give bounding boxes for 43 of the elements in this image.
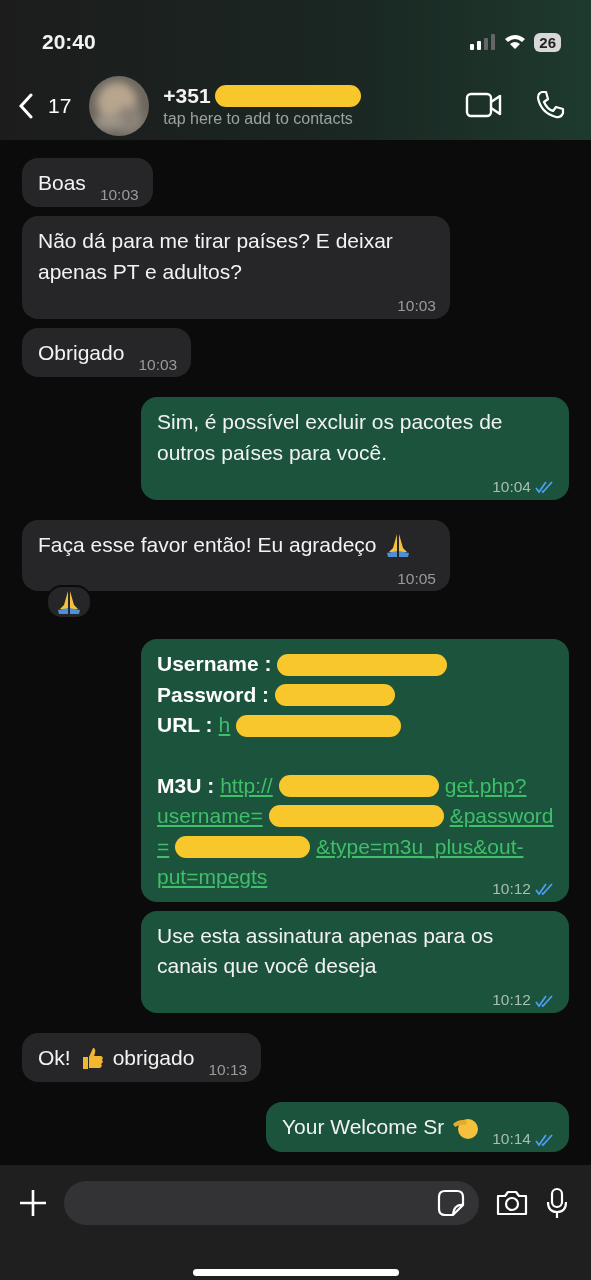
back-button[interactable]: 17: [18, 93, 72, 119]
message-text: Ok!: [38, 1044, 71, 1071]
message-text: obrigado: [112, 1044, 195, 1071]
wifi-icon: [504, 34, 527, 50]
message-time: 10:05: [397, 569, 436, 589]
link[interactable]: username=: [157, 801, 263, 832]
link[interactable]: http://: [220, 770, 273, 802]
add-icon[interactable]: [18, 1188, 48, 1218]
message-time: 10:04: [492, 477, 531, 498]
sticker-icon[interactable]: [437, 1189, 465, 1217]
message-text: Sim, é possível excluir os pacotes de outros países para você.: [157, 409, 504, 466]
field-label: Username :: [157, 651, 272, 678]
link[interactable]: put=mpegts: [157, 862, 268, 893]
message-time: 10:13: [208, 1059, 248, 1080]
contact-title[interactable]: +351: [163, 84, 211, 108]
signal-icon: [470, 34, 497, 50]
message-text: Use esta assinatura apenas para os canais que você deseja: [157, 922, 495, 979]
message-time: 10:03: [397, 296, 436, 317]
message-text: Boas: [38, 170, 86, 196]
status-time: 20:40: [42, 30, 96, 54]
back-icon[interactable]: [18, 93, 34, 119]
message-time: 10:12: [492, 990, 531, 1011]
field-label: M3U :: [157, 772, 215, 799]
message-time: 10:03: [99, 184, 139, 205]
link[interactable]: h: [218, 710, 231, 741]
message-time: 10:03: [138, 354, 178, 375]
link[interactable]: &type=m3u_plus&out-: [316, 831, 524, 863]
message-text: Your Welcome Sr: [281, 1114, 445, 1141]
battery-level: 26: [534, 32, 561, 52]
link[interactable]: get.php?: [444, 770, 527, 802]
field-label: Password :: [157, 681, 270, 708]
contact-subtitle[interactable]: tap here to add to contacts: [163, 110, 433, 128]
link[interactable]: =: [157, 831, 170, 863]
link[interactable]: &password: [449, 801, 554, 832]
microphone-icon[interactable]: [545, 1187, 569, 1219]
message-input[interactable]: [64, 1181, 479, 1225]
camera-icon[interactable]: [495, 1189, 529, 1217]
message-text: Não dá para me tirar países? E deixar apenas PT e adultos?: [38, 228, 394, 285]
field-label: URL :: [157, 712, 213, 739]
message-text: Faça esse favor então! Eu agradeço: [38, 531, 377, 558]
message-time: 10:12: [492, 879, 531, 900]
message-text: Obrigado: [38, 339, 125, 366]
message-time: 10:14: [492, 1129, 531, 1150]
